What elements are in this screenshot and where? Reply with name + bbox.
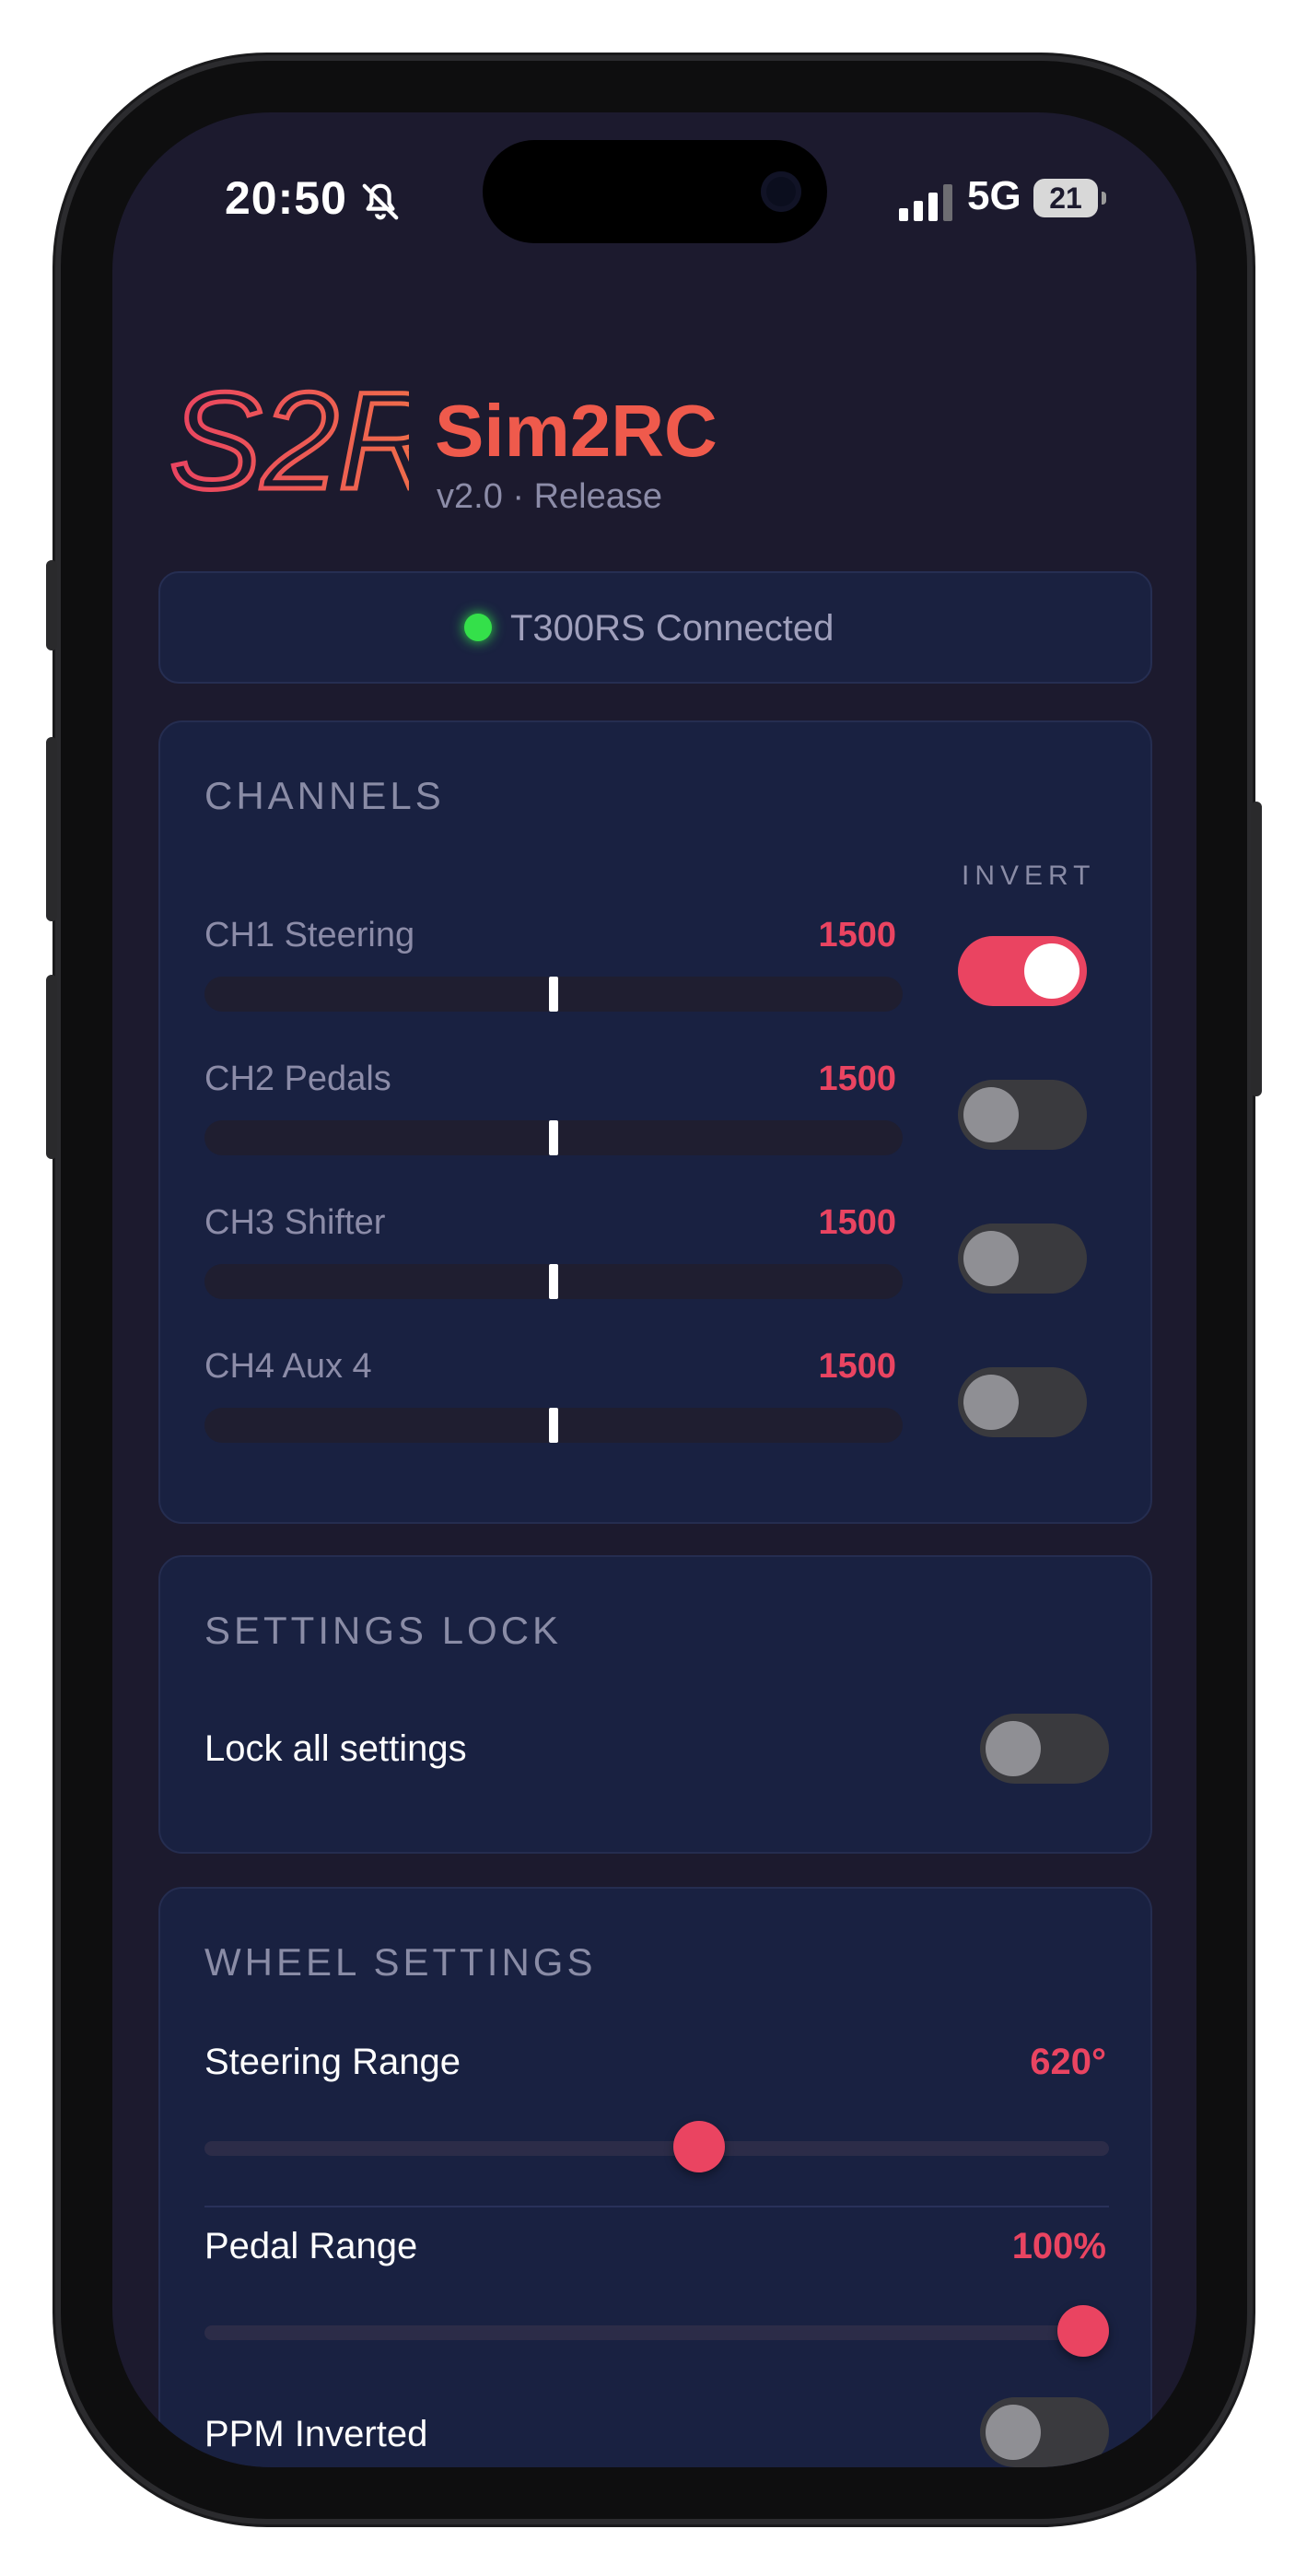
app-header: S2R Sim2RC v2.0 · Release	[168, 370, 1144, 527]
svg-text:S2R: S2R	[169, 370, 409, 518]
invert-header: INVERT	[962, 861, 1096, 891]
channel-label: CH1 Steering	[204, 916, 415, 954]
channel-label: CH3 Shifter	[204, 1203, 386, 1242]
connected-indicator-icon	[464, 614, 492, 641]
dynamic-island	[483, 140, 827, 243]
channel-output-bar	[204, 977, 903, 1012]
status-bar: 20:50 5G 21	[112, 112, 1196, 297]
front-camera-icon	[761, 171, 801, 212]
ppm-inverted-label: PPM Inverted	[204, 2414, 428, 2454]
steering-range-label: Steering Range	[204, 2042, 461, 2082]
lock-all-settings-toggle[interactable]	[980, 1714, 1109, 1784]
connection-status-card: T300RS Connected	[158, 571, 1152, 684]
volume-up-button	[46, 737, 57, 921]
battery-icon: 21	[1033, 179, 1106, 217]
channel-value: 1500	[818, 1347, 896, 1386]
settings-lock-card: SETTINGS LOCK Lock all settings	[158, 1555, 1152, 1854]
toggle-knob	[986, 1721, 1041, 1776]
pedal-range-label: Pedal Range	[204, 2226, 418, 2266]
channel-output-marker	[549, 977, 558, 1012]
connection-status-text: T300RS Connected	[510, 608, 834, 649]
volume-down-button	[46, 975, 57, 1159]
channels-card: CHANNELS INVERT CH1 Steering 1500 CH2 Pe…	[158, 720, 1152, 1524]
toggle-knob	[1024, 943, 1079, 999]
channel-output-marker	[549, 1120, 558, 1155]
silent-bell-icon	[362, 183, 399, 220]
channel-label: CH4 Aux 4	[204, 1347, 372, 1386]
channel-value: 1500	[818, 1060, 896, 1098]
invert-toggle-ch2[interactable]	[958, 1080, 1087, 1150]
channel-label: CH2 Pedals	[204, 1060, 391, 1098]
toggle-knob	[986, 2405, 1041, 2460]
invert-toggle-ch4[interactable]	[958, 1367, 1087, 1437]
network-type: 5G	[967, 173, 1021, 218]
channel-output-bar	[204, 1264, 903, 1299]
divider	[204, 2206, 1109, 2207]
s2r-logo: S2R	[168, 370, 409, 518]
channel-value: 1500	[818, 1203, 896, 1242]
wheel-settings-card: WHEEL SETTINGS Steering Range 620° Pedal…	[158, 1887, 1152, 2467]
channels-title: CHANNELS	[204, 774, 445, 817]
power-button	[1251, 802, 1262, 1096]
channel-value: 1500	[818, 916, 896, 954]
invert-toggle-ch3[interactable]	[958, 1224, 1087, 1294]
app-screen: 20:50 5G 21 S2R Sim2RC	[112, 112, 1196, 2467]
action-button	[46, 560, 57, 650]
wheel-settings-title: WHEEL SETTINGS	[204, 1940, 597, 1984]
status-time: 20:50	[225, 172, 347, 224]
pedal-range-slider[interactable]	[204, 2305, 1109, 2357]
toggle-knob	[963, 1231, 1019, 1286]
lock-all-settings-label: Lock all settings	[204, 1728, 467, 1769]
channel-output-bar	[204, 1120, 903, 1155]
steering-range-value: 620°	[1030, 2042, 1106, 2082]
toggle-knob	[963, 1087, 1019, 1142]
settings-lock-title: SETTINGS LOCK	[204, 1609, 563, 1652]
toggle-knob	[963, 1375, 1019, 1430]
channel-output-marker	[549, 1264, 558, 1299]
app-version: v2.0 · Release	[437, 477, 663, 516]
pedal-range-thumb[interactable]	[1057, 2305, 1109, 2357]
channel-output-marker	[549, 1408, 558, 1443]
cellular-signal-icon	[899, 184, 952, 221]
steering-range-thumb[interactable]	[673, 2121, 726, 2172]
channel-output-bar	[204, 1408, 903, 1443]
app-title: Sim2RC	[435, 390, 718, 472]
invert-toggle-ch1[interactable]	[958, 936, 1087, 1006]
pedal-range-value: 100%	[1011, 2226, 1106, 2266]
steering-range-slider[interactable]	[204, 2121, 1109, 2172]
ppm-inverted-toggle[interactable]	[980, 2397, 1109, 2467]
